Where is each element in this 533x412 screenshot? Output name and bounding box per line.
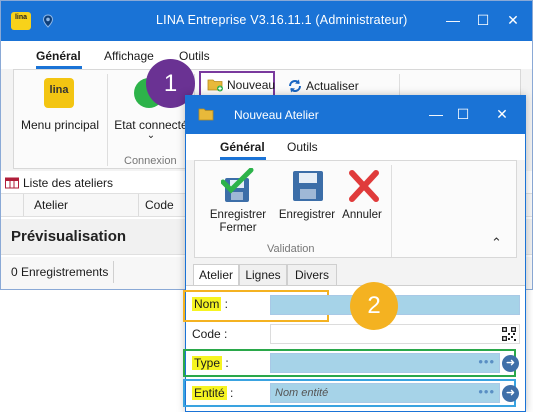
- qr-code-icon[interactable]: [502, 327, 516, 341]
- annuler-label: Annuler: [342, 209, 382, 221]
- type-label: Type :: [192, 356, 229, 370]
- type-label-colon: :: [222, 356, 229, 370]
- form-tab-lignes[interactable]: Lignes: [239, 264, 287, 286]
- form-tab-divers[interactable]: Divers: [287, 264, 337, 286]
- code-input[interactable]: [270, 324, 520, 344]
- entite-ellipsis-icon[interactable]: •••: [478, 384, 495, 399]
- dialog-title-bar: Nouveau Atelier — ☐ ✕: [186, 96, 525, 134]
- close-button[interactable]: ✕: [501, 9, 525, 33]
- tab-outils[interactable]: Outils: [179, 49, 210, 63]
- refresh-icon: [289, 79, 301, 93]
- minimize-button[interactable]: —: [441, 9, 465, 33]
- type-ellipsis-icon[interactable]: •••: [478, 354, 495, 369]
- entite-label: Entité :: [192, 386, 233, 400]
- entite-placeholder: Nom entité: [275, 387, 329, 399]
- ribbon-separator: [107, 74, 108, 166]
- entite-label-text: Entité: [192, 386, 227, 400]
- enregistrer-button[interactable]: Enregistrer: [277, 166, 337, 226]
- maximize-button[interactable]: ☐: [471, 9, 495, 33]
- dialog-title: Nouveau Atelier: [234, 108, 319, 122]
- ribbon-separator: [391, 165, 392, 257]
- location-pin-icon: [42, 14, 54, 28]
- dialog-ribbon: Enregistrer Fermer Enregistrer Annuler V…: [194, 160, 517, 258]
- preview-title: Prévisualisation: [11, 228, 127, 245]
- form-tab-bar: Atelier Lignes Divers: [191, 264, 521, 286]
- dialog-tab-bar: Général Outils: [186, 134, 525, 160]
- enregistrer-fermer-label: Enregistrer Fermer: [209, 209, 267, 234]
- app-logo: lina: [11, 12, 31, 30]
- main-tab-bar: Général Affichage Outils: [1, 41, 532, 69]
- code-label: Code :: [192, 327, 228, 341]
- enregistrer-fermer-button[interactable]: Enregistrer Fermer: [208, 166, 268, 238]
- save-close-icon: [221, 168, 254, 202]
- dialog-minimize-button[interactable]: —: [424, 103, 448, 127]
- lina-menu-icon: lina: [44, 78, 74, 108]
- window-title: LINA Entreprise V3.16.11.1 (Administrate…: [156, 13, 408, 27]
- entite-arrow-right-icon[interactable]: ➜: [502, 385, 519, 402]
- table-icon: [5, 177, 19, 189]
- connexion-group-label: Connexion: [124, 155, 177, 167]
- title-bar: lina LINA Entreprise V3.16.11.1 (Adminis…: [1, 1, 532, 41]
- tab-affichage[interactable]: Affichage: [104, 49, 154, 63]
- dialog-maximize-button[interactable]: ☐: [451, 103, 475, 127]
- type-input[interactable]: •••: [270, 353, 500, 373]
- entite-label-colon: :: [226, 386, 234, 400]
- annuler-button[interactable]: Annuler: [335, 166, 389, 226]
- dialog-close-button[interactable]: ✕: [490, 103, 514, 127]
- new-folder-icon: [207, 79, 223, 92]
- step-badge-2: 2: [350, 282, 398, 330]
- collapse-ribbon-chevron-icon[interactable]: ⌃: [491, 235, 502, 251]
- nom-label-text: Nom: [192, 297, 222, 311]
- validation-group-label: Validation: [267, 243, 315, 255]
- type-label-text: Type: [192, 356, 223, 370]
- nom-label: Nom :: [192, 297, 228, 311]
- status-separator: [113, 261, 114, 283]
- save-icon: [293, 171, 323, 201]
- tab-general[interactable]: Général: [36, 49, 81, 63]
- list-title: Liste des ateliers: [23, 176, 114, 190]
- menu-principal-button[interactable]: Menu principal: [16, 118, 104, 132]
- column-separator: [23, 194, 24, 216]
- nouveau-atelier-dialog: Nouveau Atelier — ☐ ✕ Général Outils Enr…: [183, 95, 526, 412]
- dialog-tab-outils[interactable]: Outils: [287, 140, 318, 154]
- entite-input[interactable]: Nom entité •••: [270, 383, 500, 403]
- column-header-code[interactable]: Code: [145, 198, 174, 212]
- chevron-down-icon[interactable]: ⌄: [144, 130, 158, 141]
- enregistrer-label: Enregistrer: [278, 209, 336, 221]
- nom-label-colon: :: [221, 297, 229, 311]
- nouveau-button[interactable]: Nouveau: [199, 71, 275, 98]
- cancel-x-icon: [349, 170, 379, 202]
- record-count: 0 Enregistrements: [11, 265, 109, 279]
- column-separator: [138, 194, 139, 216]
- form-tab-atelier[interactable]: Atelier: [193, 264, 239, 286]
- folder-icon: [198, 108, 214, 121]
- dialog-tab-general[interactable]: Général: [220, 140, 265, 154]
- type-arrow-right-icon[interactable]: ➜: [502, 355, 519, 372]
- column-header-atelier[interactable]: Atelier: [34, 198, 68, 212]
